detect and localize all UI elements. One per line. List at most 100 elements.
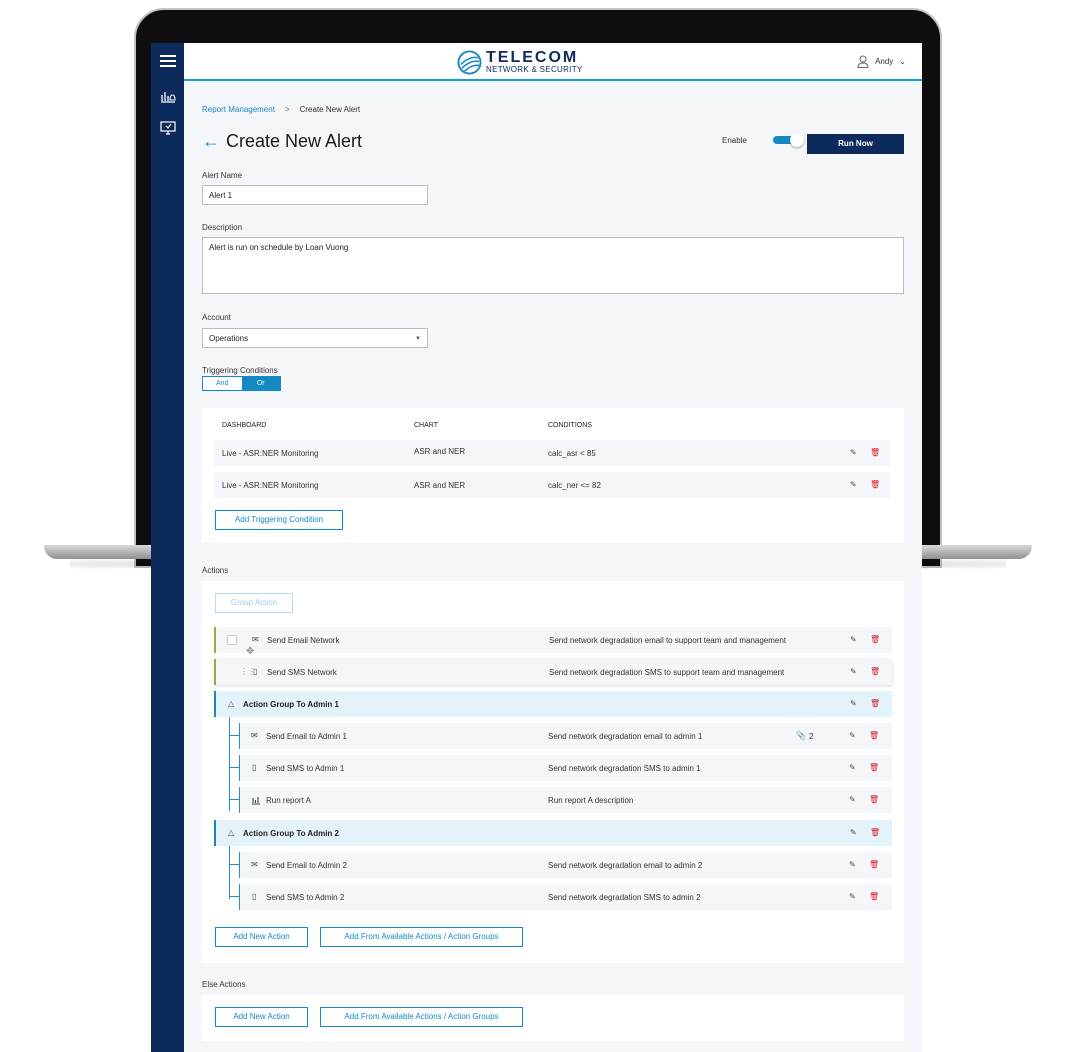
tree-connector — [229, 896, 239, 897]
edit-pencil-icon[interactable]: ✎ — [849, 731, 856, 741]
group-action-button[interactable]: Group Action — [215, 593, 293, 613]
breadcrumb-report-management[interactable]: Report Management — [202, 105, 275, 114]
tree-connector — [229, 717, 230, 811]
phone-icon: ▯ — [252, 763, 257, 772]
condition-dashboard: Live - ASR:NER Monitoring — [222, 449, 319, 458]
edit-pencil-icon[interactable]: ✎ — [850, 635, 857, 645]
account-selected-value: Operations — [209, 334, 249, 343]
delete-trash-icon[interactable]: 🗑 — [869, 892, 879, 902]
monitor-alert-icon[interactable] — [158, 121, 178, 139]
action-row-dragging[interactable]: ⋮⋮ ▯ Send SMS Network Send network degra… — [214, 659, 892, 685]
tree-connector — [229, 767, 239, 768]
tree-connector — [229, 846, 230, 899]
else-add-from-available-button[interactable]: Add From Available Actions / Action Grou… — [320, 1007, 523, 1027]
action-row[interactable]: ✉ Send Email to Admin 1 Send network deg… — [239, 723, 892, 749]
action-group-row[interactable]: △ Action Group To Admin 1 ✎ 🗑 — [214, 691, 892, 717]
condition-row: Live - ASR:NER Monitoring ASR and NER ca… — [214, 472, 890, 498]
action-group-row[interactable]: △ Action Group To Admin 2 ✎ 🗑 — [214, 820, 892, 846]
logic-and-option[interactable]: And — [203, 377, 242, 390]
edit-pencil-icon[interactable]: ✎ — [850, 667, 857, 677]
add-new-action-button[interactable]: Add New Action — [215, 927, 308, 947]
chevron-down-icon: ⌄ — [899, 57, 906, 66]
action-checkbox[interactable] — [227, 635, 237, 645]
tree-connector — [229, 799, 239, 800]
condition-expression: calc_ner <= 82 — [548, 481, 601, 490]
condition-dashboard: Live - ASR:NER Monitoring — [222, 481, 319, 490]
edit-pencil-icon[interactable]: ✎ — [849, 860, 856, 870]
brand-logo[interactable]: TELECOM NETWORK & SECURITY — [457, 49, 583, 75]
condition-expression: calc_asr < 85 — [548, 449, 596, 458]
logic-toggle: And Or — [202, 376, 281, 391]
edit-pencil-icon[interactable]: ✎ — [850, 828, 857, 838]
report-chart-icon — [251, 795, 261, 808]
enable-toggle[interactable] — [772, 133, 807, 147]
add-triggering-condition-button[interactable]: Add Triggering Condition — [215, 510, 343, 530]
header-conditions: CONDITIONS — [548, 422, 592, 429]
action-row[interactable]: ✉ Send Email Network Send network degrad… — [214, 627, 892, 653]
description-label: Description — [202, 223, 243, 232]
action-name: Send Email to Admin 2 — [266, 861, 347, 870]
logic-or-option[interactable]: Or — [241, 377, 280, 390]
delete-trash-icon[interactable]: 🗑 — [870, 448, 880, 458]
arrow-left-icon[interactable]: ← — [202, 131, 220, 152]
edit-pencil-icon[interactable]: ✎ — [849, 892, 856, 902]
else-add-new-action-button[interactable]: Add New Action — [215, 1007, 308, 1027]
group-tree-icon: △ — [228, 828, 235, 837]
tree-connector — [229, 864, 239, 865]
delete-trash-icon[interactable]: 🗑 — [869, 795, 879, 805]
description-textarea[interactable]: Alert is run on schedule by Loan Vuong — [202, 237, 904, 294]
action-group-name: Action Group To Admin 2 — [243, 829, 339, 838]
edit-pencil-icon[interactable]: ✎ — [849, 795, 856, 805]
action-description: Send network degradation email to admin … — [548, 732, 703, 741]
edit-pencil-icon[interactable]: ✎ — [850, 448, 857, 458]
group-tree-icon: △ — [228, 699, 235, 708]
action-name: Send Email Network — [267, 636, 340, 645]
edit-pencil-icon[interactable]: ✎ — [850, 480, 857, 490]
action-group-name: Action Group To Admin 1 — [243, 700, 339, 709]
header-dashboard: DASHBOARD — [222, 422, 267, 429]
page-title: Create New Alert — [226, 131, 363, 151]
action-description: Send network degradation SMS to admin 2 — [548, 893, 701, 902]
run-now-button[interactable]: Run Now — [807, 134, 904, 154]
action-row[interactable]: ▯ Send SMS to Admin 2 Send network degra… — [239, 884, 892, 910]
caret-down-icon: ▼ — [415, 336, 421, 342]
edit-pencil-icon[interactable]: ✎ — [849, 763, 856, 773]
user-menu[interactable]: Andy ⌄ — [857, 55, 906, 68]
action-name: Run report A — [266, 796, 311, 805]
phone-icon: ▯ — [252, 892, 257, 901]
delete-trash-icon[interactable]: 🗑 — [870, 699, 880, 709]
account-select[interactable]: Operations ▼ — [202, 328, 428, 348]
attachment-icon[interactable]: 📎 — [796, 731, 806, 740]
action-name: Send SMS Network — [267, 668, 337, 677]
delete-trash-icon[interactable]: 🗑 — [869, 731, 879, 741]
delete-trash-icon[interactable]: 🗑 — [870, 667, 880, 677]
sidebar — [151, 43, 184, 1052]
delete-trash-icon[interactable]: 🗑 — [870, 480, 880, 490]
action-description: Send network degradation email to suppor… — [549, 636, 787, 645]
delete-trash-icon[interactable]: 🗑 — [869, 763, 879, 773]
header-chart: CHART — [414, 422, 438, 429]
condition-chart: ASR and NER — [414, 481, 466, 490]
action-name: Send Email to Admin 1 — [266, 732, 347, 741]
action-row[interactable]: ▯ Send SMS to Admin 1 Send network degra… — [239, 755, 892, 781]
alert-name-input[interactable]: Alert 1 — [202, 185, 428, 205]
delete-trash-icon[interactable]: 🗑 — [869, 860, 879, 870]
account-label: Account — [202, 313, 231, 322]
user-avatar-icon — [857, 55, 869, 68]
action-row[interactable]: Run report A Run report A description ✎ … — [239, 787, 892, 813]
phone-icon: ▯ — [253, 667, 258, 676]
enable-label: Enable — [722, 135, 747, 145]
action-row[interactable]: ✉ Send Email to Admin 2 Send network deg… — [239, 852, 892, 878]
dashboard-bell-icon[interactable] — [158, 89, 178, 107]
action-name: Send SMS to Admin 1 — [266, 764, 345, 773]
delete-trash-icon[interactable]: 🗑 — [870, 828, 880, 838]
user-name: Andy — [875, 57, 894, 66]
add-from-available-button[interactable]: Add From Available Actions / Action Grou… — [320, 927, 523, 947]
edit-pencil-icon[interactable]: ✎ — [850, 699, 857, 709]
else-actions-section-label: Else Actions — [202, 980, 246, 989]
brand-name: TELECOM — [486, 49, 579, 66]
delete-trash-icon[interactable]: 🗑 — [870, 635, 880, 645]
page-header: ← Create New Alert — [202, 131, 362, 152]
top-bar: TELECOM NETWORK & SECURITY Andy ⌄ — [184, 43, 922, 81]
hamburger-menu-icon[interactable] — [158, 53, 178, 71]
